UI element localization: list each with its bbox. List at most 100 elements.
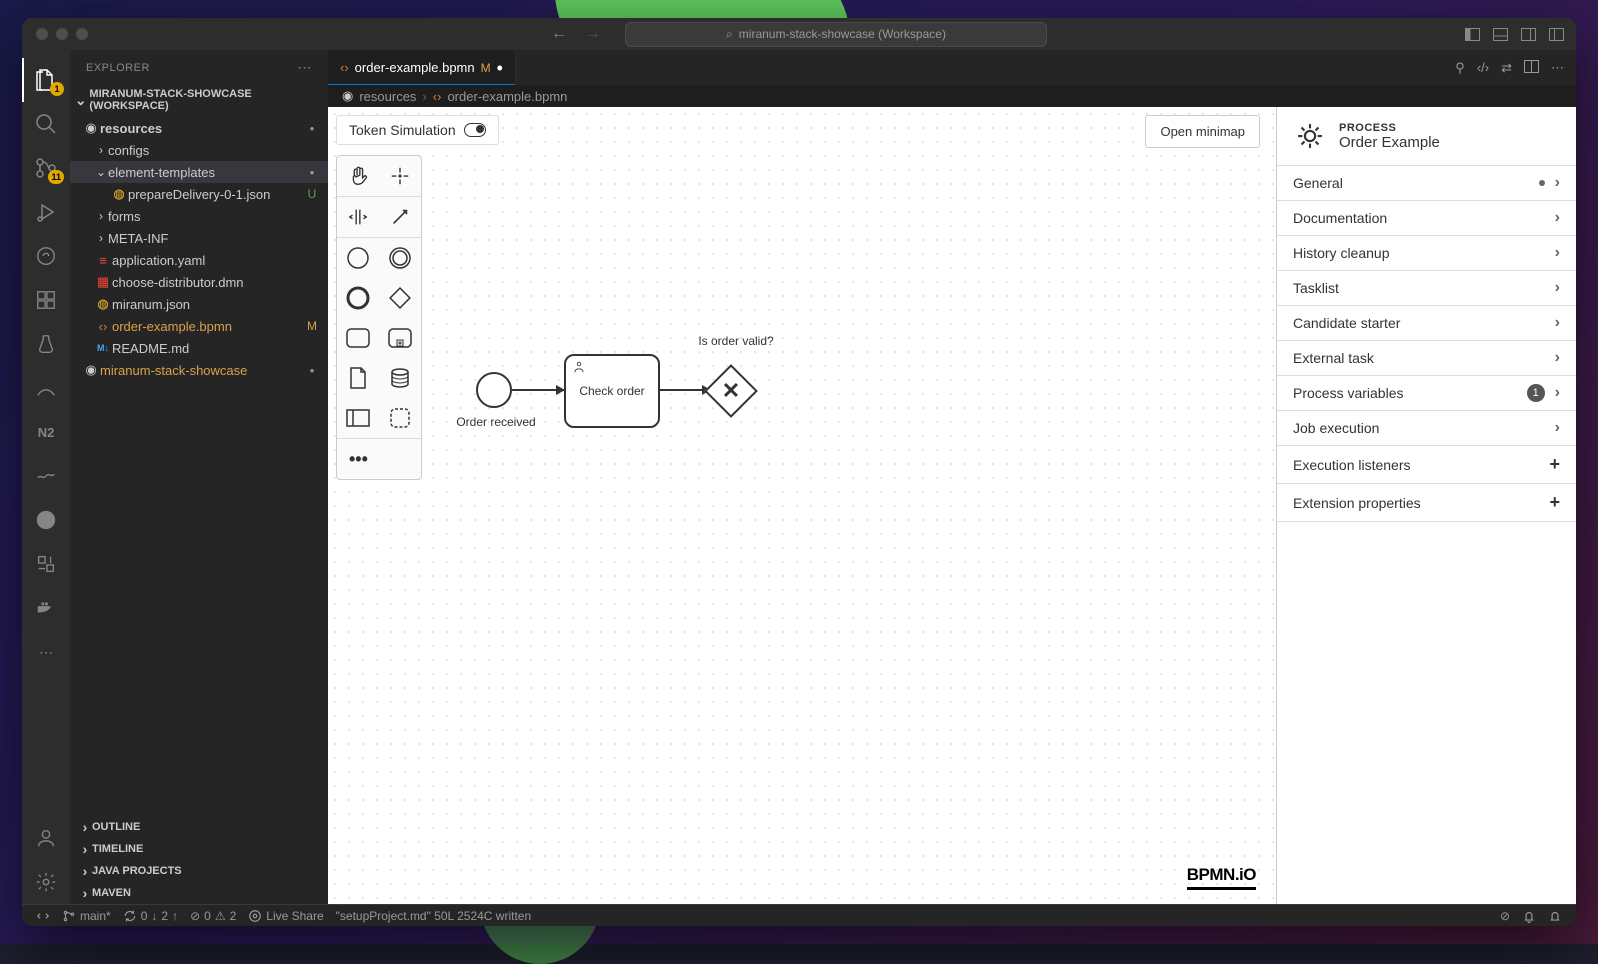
- compare-icon[interactable]: ⇄: [1501, 60, 1512, 76]
- exclusive-gateway[interactable]: ✕: [704, 364, 758, 418]
- status-bell[interactable]: [1542, 909, 1568, 923]
- open-minimap-button[interactable]: Open minimap: [1145, 115, 1260, 148]
- tree-file-choose-distributor[interactable]: ▦ choose-distributor.dmn: [70, 271, 328, 293]
- status-problems[interactable]: ⊘0 ⚠2: [184, 909, 242, 923]
- palette-more[interactable]: •••: [337, 439, 421, 479]
- create-intermediate-event[interactable]: [379, 238, 421, 278]
- tree-file-readme[interactable]: M↓ README.md: [70, 337, 328, 359]
- global-connect-tool[interactable]: [379, 197, 421, 237]
- nav-forward-button[interactable]: →: [585, 25, 601, 43]
- props-group-process-variables[interactable]: Process variables 1›: [1277, 376, 1576, 411]
- layout-sidebar-right-icon[interactable]: [1520, 26, 1536, 42]
- layout-sidebar-left-icon[interactable]: [1464, 26, 1480, 42]
- status-feedback[interactable]: ⊘: [1494, 909, 1516, 923]
- tree-file-prepare-delivery[interactable]: ◍ prepareDelivery-0-1.json U: [70, 183, 328, 205]
- create-task[interactable]: [337, 318, 379, 358]
- outline-section[interactable]: › OUTLINE: [70, 816, 328, 838]
- tree-folder-element-templates[interactable]: ⌄ element-templates ●: [70, 161, 328, 183]
- user-task-check-order[interactable]: Check order: [564, 354, 660, 428]
- props-group-job-execution[interactable]: Job execution ›: [1277, 411, 1576, 446]
- nav-back-button[interactable]: ←: [551, 25, 567, 43]
- activity-accounts[interactable]: [22, 816, 70, 860]
- plus-icon[interactable]: +: [1549, 492, 1560, 513]
- status-branch[interactable]: main*: [56, 909, 117, 923]
- activity-remote[interactable]: [22, 234, 70, 278]
- hand-tool[interactable]: [337, 156, 379, 196]
- props-group-candidate-starter[interactable]: Candidate starter ›: [1277, 306, 1576, 341]
- layout-customize-icon[interactable]: [1548, 26, 1564, 42]
- status-sync[interactable]: 0↓ 2↑: [117, 909, 184, 923]
- create-participant[interactable]: [337, 398, 379, 438]
- status-remote[interactable]: [30, 909, 56, 923]
- activity-custom-1[interactable]: [22, 366, 70, 410]
- props-group-documentation[interactable]: Documentation ›: [1277, 201, 1576, 236]
- activity-custom-3[interactable]: [22, 542, 70, 586]
- command-center[interactable]: ⌕ miranum-stack-showcase (Workspace): [625, 22, 1047, 47]
- activity-docker[interactable]: [22, 586, 70, 630]
- sidebar-more-icon[interactable]: ⋯: [298, 59, 313, 76]
- create-group[interactable]: [379, 398, 421, 438]
- activity-source-control[interactable]: 11: [22, 146, 70, 190]
- props-group-extension-properties[interactable]: Extension properties +: [1277, 484, 1576, 522]
- activity-custom-2[interactable]: [22, 454, 70, 498]
- more-actions-icon[interactable]: ⋯: [1551, 60, 1564, 76]
- props-group-external-task[interactable]: External task ›: [1277, 341, 1576, 376]
- close-window-button[interactable]: [36, 28, 48, 40]
- bpmn-canvas[interactable]: Token Simulation Open minimap BPMN.iO: [328, 107, 1276, 904]
- sidebar-bottom-sections: › OUTLINE › TIMELINE › JAVA PROJECTS › M…: [70, 816, 328, 904]
- minimize-window-button[interactable]: [56, 28, 68, 40]
- activity-testing[interactable]: [22, 322, 70, 366]
- workspace-section[interactable]: ⌄ MIRANUM-STACK-SHOWCASE (WORKSPACE): [70, 85, 328, 115]
- tree-folder-meta-inf[interactable]: › META-INF: [70, 227, 328, 249]
- create-gateway[interactable]: [379, 278, 421, 318]
- maximize-window-button[interactable]: [76, 28, 88, 40]
- activity-search[interactable]: [22, 102, 70, 146]
- create-data-store[interactable]: [379, 358, 421, 398]
- space-tool[interactable]: [337, 197, 379, 237]
- create-data-object[interactable]: [337, 358, 379, 398]
- status-notifications[interactable]: [1516, 909, 1542, 923]
- activity-run-debug[interactable]: [22, 190, 70, 234]
- tree-file-order-example[interactable]: ‹› order-example.bpmn M: [70, 315, 328, 337]
- props-group-general[interactable]: General ›: [1277, 166, 1576, 201]
- breadcrumb-file[interactable]: order-example.bpmn: [447, 89, 567, 104]
- breadcrumb-folder[interactable]: resources: [359, 89, 416, 104]
- chevron-right-icon: ›: [78, 841, 92, 857]
- activity-extensions[interactable]: [22, 278, 70, 322]
- start-event-order-received[interactable]: [476, 372, 512, 408]
- java-projects-section[interactable]: › JAVA PROJECTS: [70, 860, 328, 882]
- plus-icon[interactable]: +: [1549, 454, 1560, 475]
- activity-github[interactable]: [22, 498, 70, 542]
- activity-more[interactable]: ⋯: [22, 630, 70, 674]
- diff-icon[interactable]: ‹/›: [1477, 60, 1489, 76]
- timeline-section[interactable]: › TIMELINE: [70, 838, 328, 860]
- tree-file-application-yaml[interactable]: ≡ application.yaml: [70, 249, 328, 271]
- create-start-event[interactable]: [337, 238, 379, 278]
- status-live-share[interactable]: Live Share: [242, 909, 329, 923]
- json-file-icon: ◍: [94, 296, 112, 312]
- props-group-execution-listeners[interactable]: Execution listeners +: [1277, 446, 1576, 484]
- props-group-history-cleanup[interactable]: History cleanup ›: [1277, 236, 1576, 271]
- activity-settings[interactable]: [22, 860, 70, 904]
- run-icon[interactable]: ⚲: [1455, 60, 1465, 76]
- layout-panel-icon[interactable]: [1492, 26, 1508, 42]
- tab-order-example[interactable]: ‹› order-example.bpmn M •: [328, 50, 516, 85]
- props-group-tasklist[interactable]: Tasklist ›: [1277, 271, 1576, 306]
- sequence-flow-1[interactable]: [512, 389, 564, 391]
- activity-n2[interactable]: N2: [22, 410, 70, 454]
- file-tree: ◉ resources ● › configs ⌄ element-templa…: [70, 115, 328, 383]
- create-end-event[interactable]: [337, 278, 379, 318]
- maven-section[interactable]: › MAVEN: [70, 882, 328, 904]
- lasso-tool[interactable]: [379, 156, 421, 196]
- token-simulation-toggle[interactable]: Token Simulation: [336, 115, 499, 145]
- tree-file-miranum-json[interactable]: ◍ miranum.json: [70, 293, 328, 315]
- tree-folder-resources[interactable]: ◉ resources ●: [70, 117, 328, 139]
- tree-folder-forms[interactable]: › forms: [70, 205, 328, 227]
- split-editor-icon[interactable]: [1524, 60, 1539, 76]
- bpmn-file-icon: ‹›: [340, 60, 349, 75]
- sequence-flow-2[interactable]: [660, 389, 710, 391]
- create-subprocess[interactable]: [379, 318, 421, 358]
- activity-explorer[interactable]: 1: [22, 58, 70, 102]
- tree-folder-configs[interactable]: › configs: [70, 139, 328, 161]
- tree-folder-miranum-showcase[interactable]: ◉ miranum-stack-showcase ●: [70, 359, 328, 381]
